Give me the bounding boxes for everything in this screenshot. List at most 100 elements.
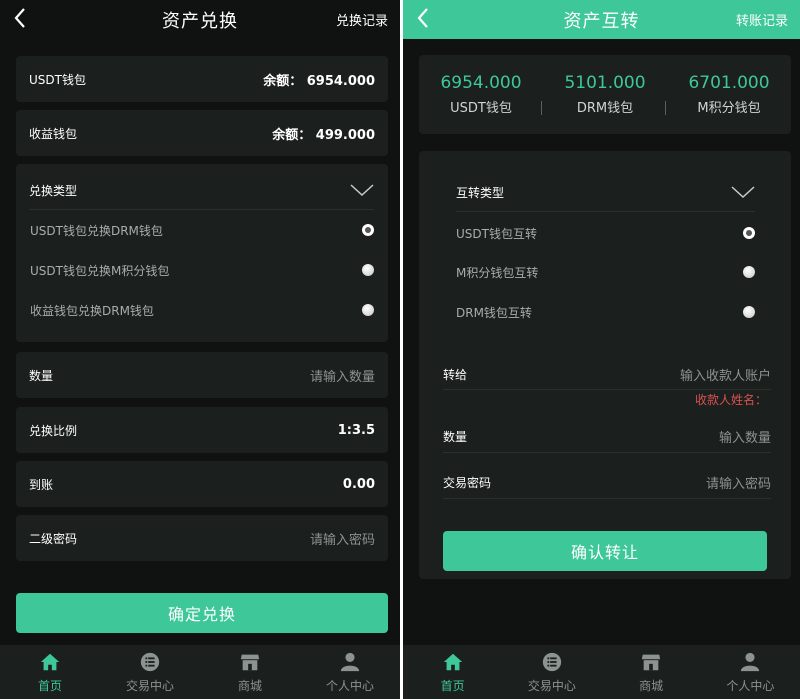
tab-label: 交易中心 [125,678,174,693]
usdt-wallet-label: USDT钱包 [29,72,86,87]
arrival-label: 到账 [29,477,54,492]
balance-value: 6701.000 [688,73,770,93]
transfer-record-link[interactable]: 转账记录 [736,10,788,29]
exchange-screen: 资产兑换 兑换记录 USDT钱包 余额： 6954.000 收益钱包 余额： 4… [0,0,400,699]
exchange-type-dropdown[interactable]: 兑换类型 [29,178,374,202]
chevron-left-icon[interactable] [10,4,32,32]
tab-label: 首页 [37,678,62,693]
recipient-label: 转给 [443,367,468,382]
password-field[interactable]: 二级密码 请输入密码 [16,515,388,561]
m-points-balance: 6701.000 M积分钱包 [667,55,791,134]
transfer-screen: 资产互转 转账记录 6954.000 USDT钱包 5101.000 DRM钱包… [403,0,800,699]
balance-label: USDT钱包 [450,101,512,116]
balance-label: M积分钱包 [697,101,761,116]
tab-label: 商城 [639,678,664,693]
transfer-option-label: M积分钱包互转 [456,265,539,280]
tab-trade-center[interactable]: 交易中心 [100,645,200,699]
home-icon [443,653,462,670]
profit-wallet-card: 收益钱包 余额： 499.000 [16,110,388,156]
radio-icon[interactable] [362,264,374,276]
exchange-type-card: 兑换类型 USDT钱包兑换DRM钱包 USDT钱包兑换M积分钱包 收益钱包兑换D… [16,164,388,342]
tab-shop[interactable]: 商城 [200,645,300,699]
quantity-field[interactable]: 数量 请输入数量 [16,352,388,398]
exchange-option-label: USDT钱包兑换DRM钱包 [30,223,163,238]
quantity-input[interactable]: 请输入数量 [310,366,375,385]
recipient-field[interactable]: 转给 输入收款人账户 [443,363,771,385]
confirm-transfer-button[interactable]: 确认转让 [443,531,767,571]
radio-icon[interactable] [362,304,374,316]
radio-icon[interactable] [743,306,755,318]
shop-icon [641,654,661,670]
exchange-type-label: 兑换类型 [29,183,78,198]
tab-home[interactable]: 首页 [0,645,100,699]
tab-profile[interactable]: 个人中心 [300,645,400,699]
tab-trade-center[interactable]: 交易中心 [502,645,601,699]
quantity-label: 数量 [29,368,54,383]
quantity-label: 数量 [443,429,468,444]
exchange-option[interactable]: 收益钱包兑换DRM钱包 [30,302,374,318]
transfer-option[interactable]: USDT钱包互转 [456,225,755,241]
user-icon [340,652,360,671]
chevron-down-icon[interactable] [350,183,374,197]
radio-checked-icon[interactable] [362,224,374,236]
tab-profile[interactable]: 个人中心 [701,645,800,699]
tab-label: 个人中心 [726,678,775,693]
list-icon [140,652,160,671]
user-icon [741,652,760,671]
tab-home[interactable]: 首页 [403,645,502,699]
transfer-form-card: 互转类型 USDT钱包互转 M积分钱包互转 DRM钱包互转 转给 输入收款人账户… [419,151,791,579]
divider [456,211,755,212]
trade-password-field[interactable]: 交易密码 请输入密码 [443,471,771,493]
usdt-wallet-card: USDT钱包 余额： 6954.000 [16,56,388,102]
exchange-option-label: 收益钱包兑换DRM钱包 [30,303,154,318]
ratio-value: 1:3.5 [337,422,375,438]
arrival-value: 0.00 [342,476,375,492]
transfer-type-label: 互转类型 [456,185,505,200]
tab-label: 首页 [440,678,465,693]
confirm-exchange-button[interactable]: 确定兑换 [16,593,388,633]
radio-icon[interactable] [743,266,755,278]
balance-value: 5101.000 [564,73,646,93]
ratio-card: 兑换比例 1:3.5 [16,407,388,453]
exchange-header: 资产兑换 兑换记录 [0,0,400,39]
tab-bar: 首页 交易中心 商城 个人中心 [403,645,800,699]
balance-label: DRM钱包 [576,101,634,116]
transfer-option-label: DRM钱包互转 [456,305,532,320]
transfer-option[interactable]: M积分钱包互转 [456,264,755,280]
divider [541,101,542,115]
tab-bar: 首页 交易中心 商城 个人中心 [0,645,400,699]
password-label: 二级密码 [29,531,78,546]
divider [443,498,771,499]
arrival-card: 到账 0.00 [16,461,388,507]
ratio-label: 兑换比例 [29,423,78,438]
password-input[interactable]: 请输入密码 [310,529,375,548]
list-icon [542,652,562,671]
page-title: 资产互转 [563,10,640,32]
balance-summary-card: 6954.000 USDT钱包 5101.000 DRM钱包 6701.000 … [419,55,791,134]
usdt-balance: 6954.000 USDT钱包 [419,55,543,134]
tab-label: 个人中心 [325,678,374,693]
chevron-down-icon[interactable] [731,185,755,199]
recipient-input[interactable]: 输入收款人账户 [680,365,771,384]
exchange-option[interactable]: USDT钱包兑换DRM钱包 [30,222,374,238]
recipient-name-hint: 收款人姓名： [694,393,767,407]
usdt-wallet-balance: 余额： 6954.000 [263,73,375,89]
radio-checked-icon[interactable] [743,227,755,239]
tab-shop[interactable]: 商城 [602,645,701,699]
exchange-option[interactable]: USDT钱包兑换M积分钱包 [30,262,374,278]
exchange-record-link[interactable]: 兑换记录 [336,10,388,29]
transfer-option[interactable]: DRM钱包互转 [456,304,755,320]
transfer-header: 资产互转 转账记录 [403,0,800,39]
transfer-type-dropdown[interactable]: 互转类型 [456,180,755,204]
trade-password-label: 交易密码 [443,475,492,490]
chevron-left-icon[interactable] [413,4,435,32]
drm-balance: 5101.000 DRM钱包 [543,55,667,134]
quantity-field[interactable]: 数量 输入数量 [443,425,771,447]
profit-wallet-balance: 余额： 499.000 [272,127,375,143]
tab-label: 交易中心 [527,678,576,693]
profit-wallet-label: 收益钱包 [29,126,78,141]
quantity-input[interactable]: 输入数量 [719,427,771,446]
divider [665,101,666,115]
transfer-option-label: USDT钱包互转 [456,226,537,241]
trade-password-input[interactable]: 请输入密码 [706,473,771,492]
